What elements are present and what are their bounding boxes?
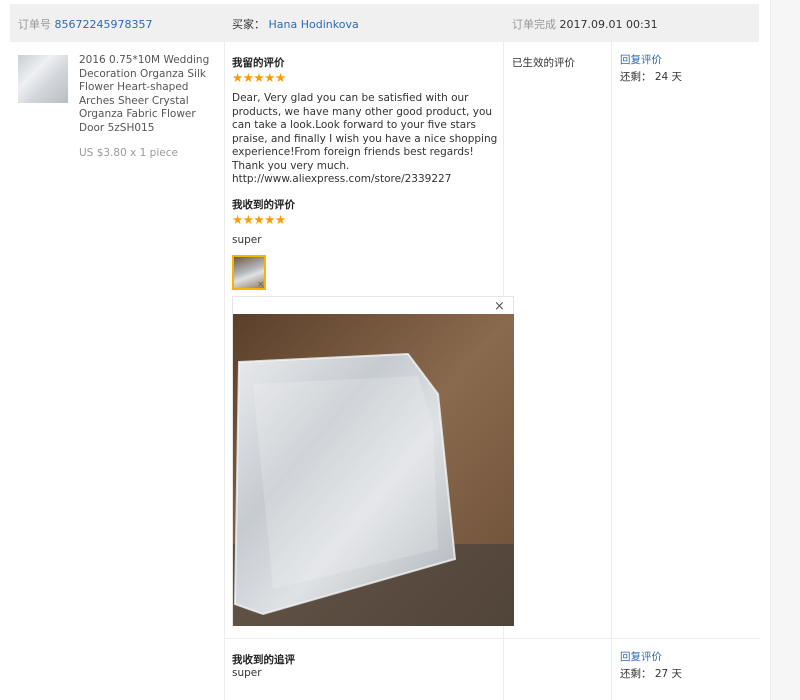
product-title[interactable]: 2016 0.75*10M Wedding Decoration Organza… — [79, 54, 219, 135]
column-divider — [611, 42, 612, 700]
my-review-heading: 我留的评价 — [232, 57, 285, 69]
received-review-stars: ★★★★★ — [232, 212, 286, 227]
column-divider — [224, 42, 225, 700]
photo-thumbnail-close-icon[interactable]: ✕ — [257, 280, 264, 289]
followup-reply-link[interactable]: 回复评价 — [620, 649, 682, 666]
review-photo-thumbnail[interactable]: ✕ — [232, 255, 266, 290]
review-actions: 回复评价 还剩： 24 天 — [620, 52, 682, 86]
order-completed-label: 订单完成 — [512, 18, 556, 31]
order-number-label: 订单号 — [18, 18, 51, 31]
followup-actions: 回复评价 还剩： 27 天 — [620, 649, 682, 683]
followup-review-heading: 我收到的追评 — [232, 654, 295, 666]
order-number-field: 订单号 85672245978357 — [18, 16, 152, 32]
received-review-text: super — [232, 234, 262, 246]
right-scroll-area — [770, 0, 800, 700]
buyer-label: 买家： — [232, 18, 265, 31]
product-thumbnail[interactable] — [18, 55, 68, 103]
order-number-link[interactable]: 85672245978357 — [55, 18, 153, 31]
review-status: 已生效的评价 — [512, 57, 575, 69]
my-review-text: Dear, Very glad you can be satisfied wit… — [232, 92, 502, 187]
photo-preview-popup: × — [232, 296, 514, 626]
order-header: 订单号 85672245978357 买家： Hana Hodinkova 订单… — [10, 4, 759, 42]
followup-review-text: super — [232, 667, 262, 679]
order-completed-field: 订单完成 2017.09.01 00:31 — [512, 16, 658, 32]
buyer-name-link[interactable]: Hana Hodinkova — [269, 18, 359, 31]
product-price: US $3.80 x 1 piece — [79, 147, 178, 159]
reply-review-link[interactable]: 回复评价 — [620, 52, 682, 69]
order-completed-time: 2017.09.01 00:31 — [559, 18, 658, 31]
store-url: http://www.aliexpress.com/store/2339227 — [232, 173, 452, 185]
buyer-field: 买家： Hana Hodinkova — [232, 16, 359, 32]
my-review-body: Dear, Very glad you can be satisfied wit… — [232, 92, 498, 172]
received-review-heading: 我收到的评价 — [232, 199, 295, 211]
followup-remaining-days: 还剩： 27 天 — [620, 668, 683, 680]
review-photo-graphic — [233, 314, 514, 626]
review-photo-enlarged — [233, 314, 514, 626]
my-review-stars: ★★★★★ — [232, 70, 286, 85]
row-divider — [224, 638, 760, 639]
remaining-days: 还剩： 24 天 — [620, 71, 683, 83]
